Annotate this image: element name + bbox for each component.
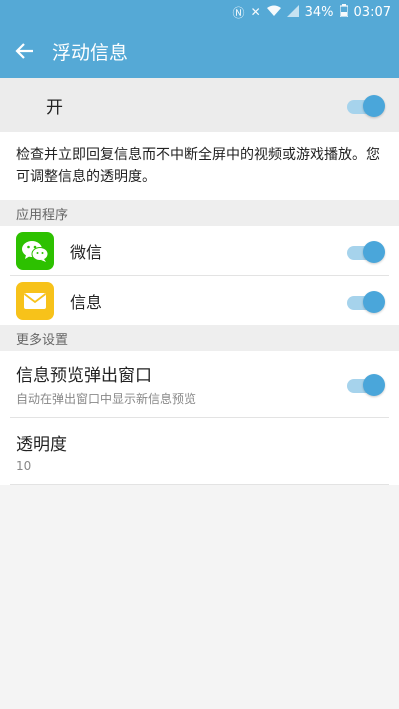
master-switch-label: 开 (46, 97, 63, 118)
status-bar: Ⓝ ✕ 34% 03:07 (0, 0, 399, 24)
signal-icon (286, 4, 299, 20)
battery-percent: 34% (304, 4, 334, 20)
wechat-icon (16, 231, 54, 270)
toggle-thumb (363, 240, 385, 263)
apps-section-header: 应用程序 (0, 200, 399, 226)
transparency-setting[interactable]: 透明度 10 (0, 418, 399, 484)
nfc-icon: Ⓝ (232, 5, 245, 20)
messages-toggle[interactable] (347, 290, 385, 313)
wechat-toggle[interactable] (347, 240, 385, 263)
preview-popup-setting[interactable]: 信息预览弹出窗口 自动在弹出窗口中显示新信息预览 (0, 351, 399, 417)
toggle-thumb (363, 374, 385, 396)
toggle-thumb (363, 290, 385, 313)
app-bar: 浮动信息 (0, 24, 399, 78)
message-envelope-icon (16, 281, 54, 320)
app-name: 微信 (70, 242, 103, 262)
transparency-value: 10 (16, 458, 32, 473)
apps-list: 微信 信息 (0, 226, 399, 325)
master-switch-row[interactable]: 开 (0, 78, 399, 132)
master-toggle[interactable] (347, 95, 385, 117)
setting-title: 信息预览弹出窗口 (16, 366, 152, 386)
more-settings-header: 更多设置 (0, 325, 399, 351)
preview-toggle[interactable] (347, 374, 385, 396)
app-row-wechat[interactable]: 微信 (0, 226, 399, 275)
toggle-thumb (363, 95, 385, 117)
clock: 03:07 (353, 4, 391, 20)
app-row-messages[interactable]: 信息 (0, 276, 399, 325)
battery-icon (338, 4, 349, 20)
empty-area (0, 485, 399, 709)
more-settings-list: 信息预览弹出窗口 自动在弹出窗口中显示新信息预览 透明度 10 (0, 351, 399, 485)
setting-subtitle: 自动在弹出窗口中显示新信息预览 (16, 392, 197, 406)
app-name: 信息 (70, 292, 103, 312)
back-arrow-icon[interactable] (12, 38, 38, 64)
mute-icon: ✕ (250, 5, 261, 19)
feature-description: 检查并立即回复信息而不中断全屏中的视频或游戏播放。您可调整信息的透明度。 (0, 132, 399, 200)
wifi-icon (266, 5, 281, 20)
setting-title: 透明度 (16, 434, 67, 455)
page-title: 浮动信息 (52, 41, 129, 64)
